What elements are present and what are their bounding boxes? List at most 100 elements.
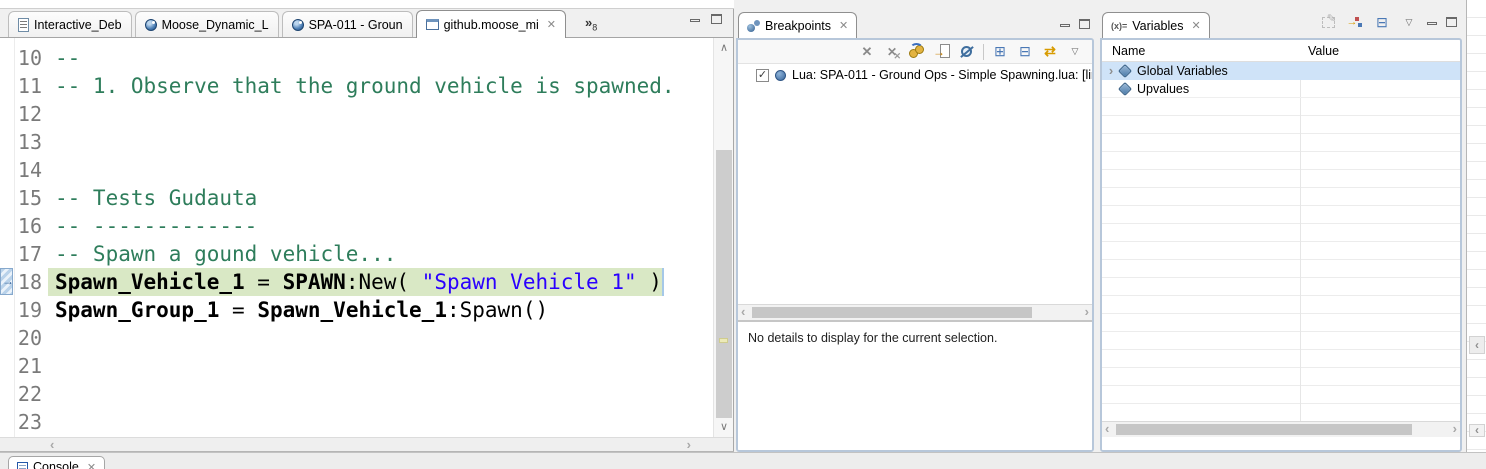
- line-number[interactable]: 20: [15, 324, 48, 352]
- close-icon[interactable]: ✕: [547, 18, 556, 31]
- collapse-all-icon[interactable]: ⊟: [1373, 13, 1391, 31]
- scroll-up-icon[interactable]: ∧: [714, 40, 733, 56]
- code-area[interactable]: ---- 1. Observe that the ground vehicle …: [48, 38, 713, 437]
- line-number[interactable]: 11: [15, 72, 48, 100]
- show-logical-structure-icon[interactable]: →: [1344, 13, 1364, 31]
- skip-all-breakpoints-icon[interactable]: [958, 43, 976, 61]
- breakpoints-list[interactable]: ✓ Lua: SPA-011 - Ground Ops - Simple Spa…: [738, 64, 1092, 304]
- annotation-ruler[interactable]: [0, 38, 14, 437]
- variables-row-upvalues[interactable]: Upvalues: [1102, 80, 1460, 98]
- link-with-debug-view-icon[interactable]: ⇄: [1041, 43, 1059, 61]
- line-number[interactable]: 15: [15, 184, 48, 212]
- line-number[interactable]: 16: [15, 212, 48, 240]
- scroll-left-icon[interactable]: ‹: [741, 305, 745, 319]
- editor-pane-border: [733, 9, 734, 451]
- breakpoint-row[interactable]: ✓ Lua: SPA-011 - Ground Ops - Simple Spa…: [738, 66, 1092, 84]
- code-line[interactable]: -- -------------: [48, 212, 713, 240]
- go-to-file-for-breakpoint-icon[interactable]: →: [933, 43, 951, 61]
- close-icon[interactable]: ✕: [87, 461, 96, 469]
- code-line[interactable]: [48, 100, 713, 128]
- code-line[interactable]: [48, 408, 713, 436]
- code-token: -- Tests Gudauta: [55, 186, 257, 210]
- code-line[interactable]: -- 1. Observe that the ground vehicle is…: [48, 72, 713, 100]
- minimize-icon[interactable]: [1060, 24, 1070, 27]
- variables-panel: (x)= Variables ✕ ✎ → ⊟ ▽ Name Value ›Glo…: [1100, 12, 1462, 452]
- scroll-down-icon[interactable]: ∨: [714, 419, 733, 435]
- code-line[interactable]: Spawn_Group_1 = Spawn_Vehicle_1:Spawn(): [48, 296, 713, 324]
- variables-tree[interactable]: ›Global VariablesUpvalues: [1102, 62, 1460, 421]
- close-icon[interactable]: ✕: [839, 19, 848, 32]
- code-line[interactable]: --: [48, 44, 713, 72]
- view-menu-icon[interactable]: ▽: [1066, 43, 1084, 61]
- tab-variables[interactable]: (x)= Variables ✕: [1102, 12, 1210, 38]
- scroll-right-icon[interactable]: ›: [1453, 422, 1457, 436]
- line-number[interactable]: 19: [15, 296, 48, 324]
- line-number[interactable]: 22: [15, 380, 48, 408]
- scroll-right-icon[interactable]: ›: [687, 438, 691, 452]
- scroll-left-icon[interactable]: ‹: [50, 438, 54, 452]
- column-header-value[interactable]: Value: [1300, 44, 1339, 58]
- tab-breakpoints[interactable]: Breakpoints ✕: [738, 12, 857, 38]
- minimize-icon[interactable]: [1427, 22, 1437, 25]
- code-line[interactable]: [48, 128, 713, 156]
- remove-all-breakpoints-icon[interactable]: ✕✕: [883, 43, 901, 61]
- code-line[interactable]: -- Tests Gudauta: [48, 184, 713, 212]
- code-token: ): [637, 270, 662, 294]
- variable-icon: [1118, 63, 1132, 77]
- collapse-all-icon[interactable]: ⊟: [1016, 43, 1034, 61]
- remove-breakpoint-icon[interactable]: ✕: [858, 43, 876, 61]
- editor-tab-interactive-deb[interactable]: Interactive_Deb: [8, 11, 132, 37]
- expand-all-icon[interactable]: ⊞: [991, 43, 1009, 61]
- code-line[interactable]: [48, 324, 713, 352]
- line-number[interactable]: 14: [15, 156, 48, 184]
- line-number[interactable]: 23: [15, 408, 48, 436]
- scroll-right-icon[interactable]: ›: [1085, 305, 1089, 319]
- scroll-left-icon[interactable]: ‹: [1105, 422, 1109, 436]
- line-number[interactable]: 10: [15, 44, 48, 72]
- vertical-scroll-thumb[interactable]: [716, 150, 732, 418]
- code-editor[interactable]: 1011121314151617181920212223 ---- 1. Obs…: [0, 38, 733, 437]
- line-number[interactable]: 21: [15, 352, 48, 380]
- breakpoint-label: Lua: SPA-011 - Ground Ops - Simple Spawn…: [792, 68, 1092, 82]
- code-line[interactable]: [48, 352, 713, 380]
- code-line[interactable]: [48, 156, 713, 184]
- horizontal-scroll-thumb[interactable]: [752, 307, 1032, 318]
- line-number[interactable]: 13: [15, 128, 48, 156]
- line-number[interactable]: 17: [15, 240, 48, 268]
- variables-horizontal-scrollbar[interactable]: ‹ ›: [1102, 421, 1460, 437]
- line-number[interactable]: 12: [15, 100, 48, 128]
- tab-overflow-chevron[interactable]: »8: [585, 15, 597, 33]
- scroll-left-icon[interactable]: ‹: [1469, 424, 1485, 437]
- editor-tab-github-moose-mi[interactable]: github.moose_mi✕: [416, 10, 566, 38]
- editor-vertical-scrollbar[interactable]: ∧ ∨: [713, 38, 733, 437]
- code-line[interactable]: Spawn_Vehicle_1 = SPAWN:New( "Spawn Vehi…: [48, 268, 713, 296]
- show-type-names-disabled-icon: ✎: [1322, 17, 1335, 28]
- close-icon[interactable]: ✕: [1191, 19, 1200, 32]
- breakpoint-checkbox[interactable]: ✓: [756, 69, 769, 82]
- editor-horizontal-scrollbar[interactable]: ‹ ›: [0, 437, 733, 451]
- view-menu-icon[interactable]: ▽: [1400, 13, 1418, 31]
- column-header-name[interactable]: Name: [1102, 44, 1300, 58]
- variables-tab-label: Variables: [1132, 19, 1183, 33]
- console-tab-label: Console: [33, 460, 79, 469]
- tab-console[interactable]: Console ✕: [8, 456, 105, 469]
- code-line[interactable]: [48, 380, 713, 408]
- line-number[interactable]: 18: [15, 268, 48, 296]
- minimize-icon[interactable]: [690, 19, 700, 22]
- variables-row-global-variables[interactable]: ›Global Variables: [1102, 62, 1460, 80]
- breakpoint-icon: [775, 70, 786, 81]
- code-line[interactable]: -- Spawn a gound vehicle...: [48, 240, 713, 268]
- editor-tab-spa-011-groun[interactable]: SPA-011 - Groun: [282, 11, 413, 37]
- horizontal-scroll-thumb[interactable]: [1116, 424, 1412, 435]
- line-number-ruler[interactable]: 1011121314151617181920212223: [14, 38, 48, 437]
- instruction-pointer-marker[interactable]: [0, 268, 13, 295]
- column-divider[interactable]: [1300, 62, 1301, 421]
- show-breakpoints-supported-icon[interactable]: [908, 43, 926, 61]
- maximize-icon[interactable]: [1446, 17, 1457, 27]
- editor-tab-moose-dynamic-l[interactable]: Moose_Dynamic_L: [135, 11, 279, 37]
- breakpoints-horizontal-scrollbar[interactable]: ‹ ›: [738, 304, 1092, 320]
- breakpoint-details: No details to display for the current se…: [738, 320, 1092, 450]
- scroll-left-icon[interactable]: ‹: [1469, 336, 1485, 354]
- maximize-icon[interactable]: [1079, 19, 1090, 29]
- maximize-icon[interactable]: [711, 14, 722, 24]
